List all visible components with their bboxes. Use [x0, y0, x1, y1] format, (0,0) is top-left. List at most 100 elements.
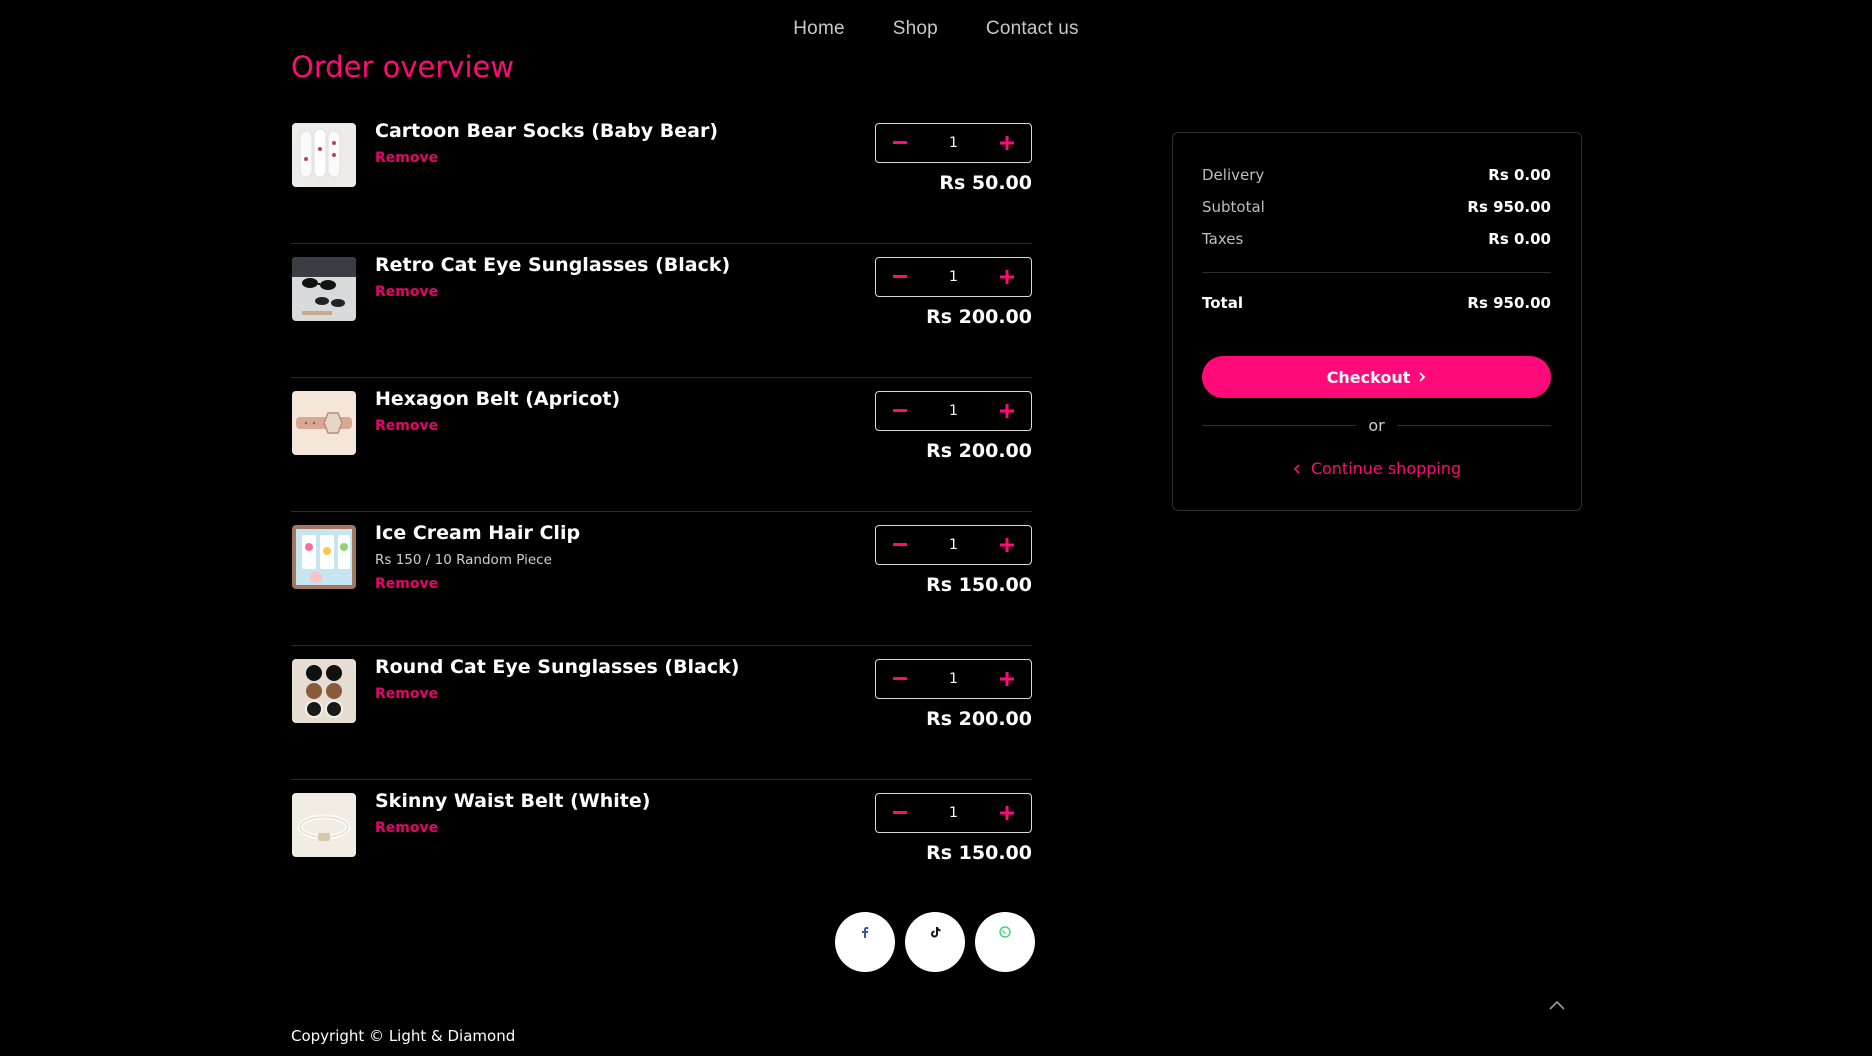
item-price: Rs 50.00 — [939, 172, 1032, 194]
taxes-label: Taxes — [1202, 230, 1244, 248]
round-sunglasses-product-image[interactable] — [292, 659, 356, 723]
increase-quantity-button[interactable] — [997, 267, 1017, 287]
checkout-label: Checkout — [1326, 367, 1411, 387]
minus-icon — [893, 543, 907, 546]
decrease-quantity-button[interactable] — [890, 803, 910, 823]
nav-shop-link[interactable]: Shop — [893, 18, 938, 40]
cart-item: Cartoon Bear Socks (Baby Bear) Remove 1 … — [291, 110, 1032, 244]
cart-item: Ice Cream Hair Clip Rs 150 / 10 Random P… — [291, 512, 1032, 646]
subtotal-value: Rs 950.00 — [1467, 198, 1551, 216]
decrease-quantity-button[interactable] — [890, 401, 910, 421]
taxes-row: Taxes Rs 0.00 — [1202, 230, 1551, 248]
cart-item: Round Cat Eye Sunglasses (Black) Remove … — [291, 646, 1032, 780]
nav-contact-link[interactable]: Contact us — [986, 18, 1079, 40]
order-summary-card: Delivery Rs 0.00 Subtotal Rs 950.00 Taxe… — [1172, 132, 1582, 511]
remove-link[interactable]: Remove — [375, 150, 438, 166]
total-value: Rs 950.00 — [1467, 294, 1551, 312]
cart-item: Hexagon Belt (Apricot) Remove 1 Rs 200.0… — [291, 378, 1032, 512]
remove-link[interactable]: Remove — [375, 576, 438, 592]
facebook-link[interactable] — [835, 912, 895, 972]
scroll-to-top-button[interactable] — [1547, 997, 1567, 1011]
item-variant: Rs 150 / 10 Random Piece — [375, 552, 552, 568]
subtotal-label: Subtotal — [1202, 198, 1265, 216]
increase-quantity-button[interactable] — [997, 803, 1017, 823]
increase-quantity-button[interactable] — [997, 669, 1017, 689]
remove-link[interactable]: Remove — [375, 284, 438, 300]
total-label: Total — [1202, 294, 1243, 312]
decrease-quantity-button[interactable] — [890, 669, 910, 689]
decrease-quantity-button[interactable] — [890, 535, 910, 555]
minus-icon — [893, 409, 907, 412]
quantity-value[interactable]: 1 — [949, 403, 958, 419]
quantity-stepper: 1 — [875, 391, 1032, 431]
plus-icon — [999, 404, 1014, 418]
decrease-quantity-button[interactable] — [890, 133, 910, 153]
belt-product-image[interactable] — [292, 391, 356, 455]
plus-icon — [999, 136, 1014, 150]
continue-shopping-link[interactable]: Continue shopping — [1173, 459, 1581, 478]
summary-divider — [1202, 272, 1551, 273]
quantity-stepper: 1 — [875, 793, 1032, 833]
item-name[interactable]: Skinny Waist Belt (White) — [375, 790, 650, 812]
cart-item: Retro Cat Eye Sunglasses (Black) Remove … — [291, 244, 1032, 378]
plus-icon — [999, 270, 1014, 284]
cart-items-list: Cartoon Bear Socks (Baby Bear) Remove 1 … — [291, 110, 1032, 914]
chevron-right-icon — [1419, 372, 1426, 382]
facebook-icon — [862, 927, 869, 938]
total-row: Total Rs 950.00 — [1202, 294, 1551, 312]
remove-link[interactable]: Remove — [375, 418, 438, 434]
item-name[interactable]: Round Cat Eye Sunglasses (Black) — [375, 656, 739, 678]
minus-icon — [893, 141, 907, 144]
main-nav: Home Shop Contact us — [0, 18, 1872, 40]
whatsapp-icon — [999, 926, 1011, 938]
or-label: or — [1368, 415, 1385, 435]
quantity-stepper: 1 — [875, 525, 1032, 565]
delivery-value: Rs 0.00 — [1488, 166, 1551, 184]
chevron-left-icon — [1293, 464, 1300, 474]
or-line-left — [1202, 424, 1357, 426]
continue-shopping-label: Continue shopping — [1310, 459, 1462, 478]
checkout-button[interactable]: Checkout — [1202, 356, 1551, 398]
nav-home-link[interactable]: Home — [793, 18, 844, 40]
item-name[interactable]: Ice Cream Hair Clip — [375, 522, 580, 544]
taxes-value: Rs 0.00 — [1488, 230, 1551, 248]
minus-icon — [893, 677, 907, 680]
quantity-value[interactable]: 1 — [949, 135, 958, 151]
copyright-text: Copyright © Light & Diamond — [291, 1027, 516, 1045]
decrease-quantity-button[interactable] — [890, 267, 910, 287]
increase-quantity-button[interactable] — [997, 535, 1017, 555]
item-price: Rs 200.00 — [926, 306, 1032, 328]
item-price: Rs 150.00 — [926, 842, 1032, 864]
plus-icon — [999, 806, 1014, 820]
tiktok-link[interactable] — [905, 912, 965, 972]
page-title: Order overview — [291, 50, 515, 84]
quantity-value[interactable]: 1 — [949, 805, 958, 821]
quantity-value[interactable]: 1 — [949, 671, 958, 687]
quantity-stepper: 1 — [875, 659, 1032, 699]
cart-item: Skinny Waist Belt (White) Remove 1 Rs 15… — [291, 780, 1032, 914]
remove-link[interactable]: Remove — [375, 820, 438, 836]
quantity-value[interactable]: 1 — [949, 537, 958, 553]
or-line-right — [1396, 424, 1551, 426]
socks-product-image[interactable] — [292, 123, 356, 187]
item-price: Rs 200.00 — [926, 708, 1032, 730]
plus-icon — [999, 672, 1014, 686]
minus-icon — [893, 811, 907, 814]
whatsapp-link[interactable] — [975, 912, 1035, 972]
remove-link[interactable]: Remove — [375, 686, 438, 702]
increase-quantity-button[interactable] — [997, 133, 1017, 153]
sunglasses-product-image[interactable] — [292, 257, 356, 321]
item-name[interactable]: Cartoon Bear Socks (Baby Bear) — [375, 120, 718, 142]
quantity-stepper: 1 — [875, 123, 1032, 163]
item-name[interactable]: Retro Cat Eye Sunglasses (Black) — [375, 254, 730, 276]
item-price: Rs 200.00 — [926, 440, 1032, 462]
quantity-value[interactable]: 1 — [949, 269, 958, 285]
subtotal-row: Subtotal Rs 950.00 — [1202, 198, 1551, 216]
tiktok-icon — [930, 927, 940, 938]
quantity-stepper: 1 — [875, 257, 1032, 297]
hair-clip-product-image[interactable] — [292, 525, 356, 589]
delivery-row: Delivery Rs 0.00 — [1202, 166, 1551, 184]
white-belt-product-image[interactable] — [292, 793, 356, 857]
increase-quantity-button[interactable] — [997, 401, 1017, 421]
item-name[interactable]: Hexagon Belt (Apricot) — [375, 388, 620, 410]
